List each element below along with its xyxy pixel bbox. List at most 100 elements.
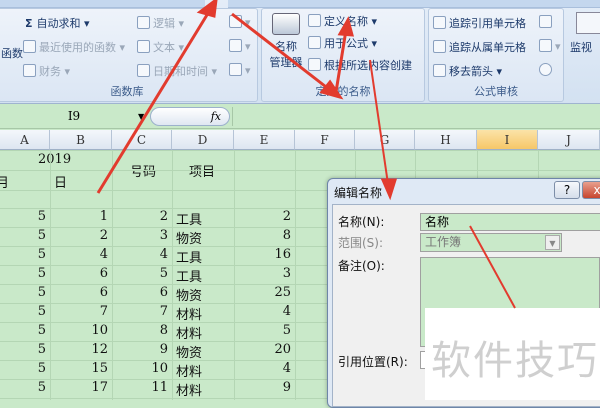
cell-a[interactable]: 5 <box>38 323 46 338</box>
column-header-C[interactable]: C <box>112 130 172 150</box>
cell-b[interactable]: 6 <box>100 285 108 300</box>
cell-c[interactable]: 11 <box>151 380 168 395</box>
cell-e[interactable]: 8 <box>283 228 291 243</box>
cell-b[interactable]: 10 <box>91 323 108 338</box>
cell-d[interactable]: 材料 <box>176 323 202 342</box>
text-button[interactable]: 文本 ▾ <box>137 39 184 55</box>
cell-a[interactable]: 5 <box>38 209 46 224</box>
cell-b[interactable]: 2 <box>100 228 108 243</box>
cell-b[interactable]: 15 <box>91 361 108 376</box>
cell-d[interactable]: 工具 <box>176 209 202 228</box>
show-formulas-button[interactable] <box>539 15 555 29</box>
column-header-G[interactable]: G <box>355 130 415 150</box>
cell-c[interactable]: 6 <box>160 285 168 300</box>
cell-d[interactable]: 材料 <box>176 380 202 399</box>
gridline <box>172 150 173 400</box>
trace-precedents-button[interactable]: 追踪引用单元格 <box>433 15 526 31</box>
cell-d[interactable]: 工具 <box>176 247 202 266</box>
cell-c[interactable]: 3 <box>160 228 168 243</box>
insert-function-button[interactable]: fx <box>150 107 230 126</box>
datetime-button[interactable]: 日期和时间 ▾ <box>137 63 217 79</box>
math-button[interactable]: ▾ <box>229 39 251 53</box>
chevron-down-icon[interactable]: ▼ <box>545 235 560 250</box>
cell-a[interactable]: 5 <box>38 361 46 376</box>
cell-e[interactable]: 3 <box>283 266 291 281</box>
close-button[interactable]: x <box>582 181 600 199</box>
name-box-dropdown-icon[interactable]: ▼ <box>138 112 144 121</box>
column-header-E[interactable]: E <box>234 130 295 150</box>
formula-bar: I9 ▼ fx <box>0 104 600 129</box>
watch-window-button[interactable]: 监视 <box>570 12 600 55</box>
cell-a[interactable]: 5 <box>38 380 46 395</box>
cell-a[interactable]: 5 <box>38 247 46 262</box>
cell-a[interactable]: 5 <box>38 266 46 281</box>
calendar-icon <box>137 64 150 77</box>
define-name-button[interactable]: 定义名称 ▾ <box>308 13 377 29</box>
cell-e[interactable]: 5 <box>283 323 291 338</box>
insert-function-partial[interactable]: 函数 <box>1 45 23 61</box>
cell-c[interactable]: 2 <box>160 209 168 224</box>
column-header-H[interactable]: H <box>415 130 477 150</box>
comment-label: 备注(O): <box>338 259 385 273</box>
help-button[interactable]: ? <box>554 181 580 199</box>
cell-b[interactable]: 7 <box>100 304 108 319</box>
autosum-button[interactable]: Σ 自动求和 ▾ <box>25 15 90 31</box>
cell-e[interactable]: 20 <box>274 342 291 357</box>
more-functions-button[interactable]: ▾ <box>229 63 251 77</box>
lookup-button[interactable]: ▾ <box>229 15 251 29</box>
cell-d[interactable]: 物资 <box>176 228 202 247</box>
cell-a[interactable]: 5 <box>38 342 46 357</box>
cell-a[interactable]: 5 <box>38 304 46 319</box>
cell-b[interactable]: 6 <box>100 266 108 281</box>
cell-a[interactable]: 5 <box>38 285 46 300</box>
cell-c[interactable]: 10 <box>151 361 168 376</box>
create-from-selection-button[interactable]: 根据所选内容创建 <box>308 57 412 73</box>
column-header-I[interactable]: I <box>477 130 538 150</box>
group-label-function-library: 函数库 <box>110 85 144 98</box>
evaluate-formula-button[interactable] <box>539 63 555 77</box>
cell-e[interactable]: 4 <box>283 361 291 376</box>
gridline <box>112 150 113 400</box>
name-input[interactable]: 名称 <box>420 213 600 231</box>
cell-c[interactable]: 7 <box>160 304 168 319</box>
error-checking-button[interactable]: ▾ <box>539 39 561 53</box>
cell-c[interactable]: 9 <box>160 342 168 357</box>
column-header-J[interactable]: J <box>538 130 600 150</box>
cell-b[interactable]: 17 <box>91 380 108 395</box>
cell-d[interactable]: 材料 <box>176 361 202 380</box>
use-in-formula-button[interactable]: 用于公式 ▾ <box>308 35 377 51</box>
cell-c[interactable]: 5 <box>160 266 168 281</box>
cell-e[interactable]: 4 <box>283 304 291 319</box>
logical-button[interactable]: 逻辑 ▾ <box>137 15 184 31</box>
cell-b[interactable]: 1 <box>100 209 108 224</box>
trace-precedents-label: 追踪引用单元格 <box>449 17 526 30</box>
remove-arrows-button[interactable]: 移去箭头 ▾ <box>433 63 502 79</box>
name-manager-button[interactable]: 名称 管理器 <box>266 13 306 70</box>
cell-d[interactable]: 物资 <box>176 285 202 304</box>
scope-select[interactable]: 工作簿 ▼ <box>420 233 562 252</box>
trace-dependents-button[interactable]: 追踪从属单元格 <box>433 39 526 55</box>
cell-a[interactable]: 5 <box>38 228 46 243</box>
cell-e[interactable]: 2 <box>283 209 291 224</box>
cell-e[interactable]: 9 <box>283 380 291 395</box>
formula-input[interactable] <box>232 107 600 126</box>
cell-d[interactable]: 工具 <box>176 266 202 285</box>
cell-b[interactable]: 4 <box>100 247 108 262</box>
cell-e[interactable]: 16 <box>274 247 291 262</box>
column-header-F[interactable]: F <box>295 130 355 150</box>
cell-b[interactable]: 12 <box>91 342 108 357</box>
cell-c[interactable]: 4 <box>160 247 168 262</box>
cell-c[interactable]: 8 <box>160 323 168 338</box>
cell-e[interactable]: 25 <box>274 285 291 300</box>
cell-d[interactable]: 物资 <box>176 342 202 361</box>
scope-value: 工作簿 <box>425 235 462 249</box>
column-header-B[interactable]: B <box>50 130 112 150</box>
trace-dependents-label: 追踪从属单元格 <box>449 41 526 54</box>
recent-functions-button[interactable]: 最近使用的函数 ▾ <box>23 39 125 55</box>
financial-button[interactable]: 财务 ▾ <box>23 63 70 79</box>
cell-d[interactable]: 材料 <box>176 304 202 323</box>
column-header-D[interactable]: D <box>172 130 234 150</box>
name-box[interactable]: I9 <box>0 107 148 126</box>
column-header-A[interactable]: A <box>0 130 50 150</box>
dialog-title: 编辑名称 <box>334 186 383 200</box>
